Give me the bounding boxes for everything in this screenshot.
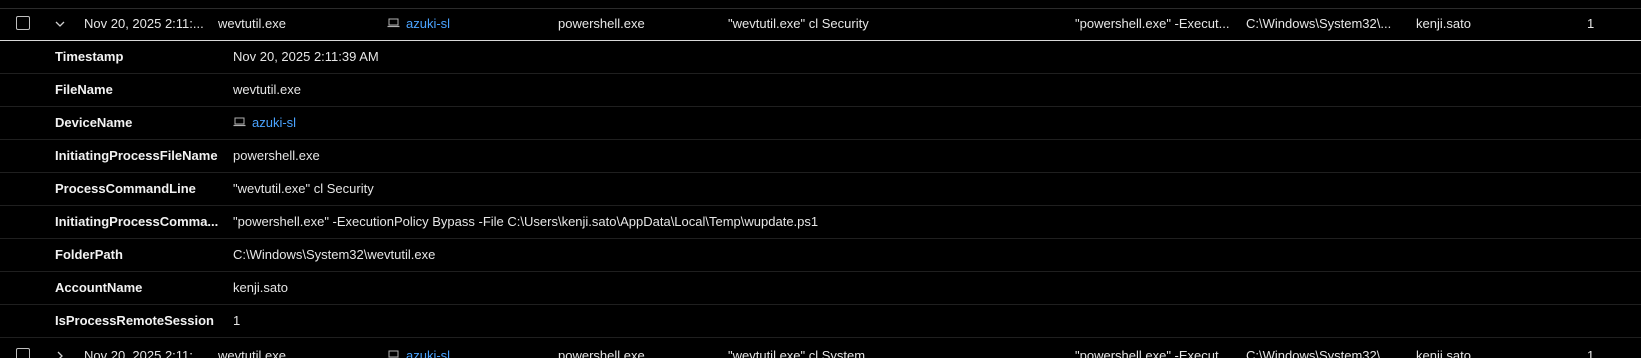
cell-process-command-line: "wevtutil.exe" cl Security <box>728 16 869 31</box>
cell-folder-path: C:\Windows\System32\... <box>1246 16 1392 31</box>
laptop-icon <box>387 340 400 358</box>
detail-key: InitiatingProcessComma... <box>55 214 219 229</box>
detail-row-is-process-remote-session: IsProcessRemoteSession 1 <box>0 305 1641 338</box>
detail-value: powershell.exe <box>233 148 320 163</box>
cell-timestamp: Nov 20, 2025 2:11:... <box>84 348 204 358</box>
table-row[interactable]: Nov 20, 2025 2:11:... wevtutil.exe azuki… <box>0 340 1641 358</box>
detail-row-file-name: FileName wevtutil.exe <box>0 74 1641 107</box>
laptop-icon <box>387 8 400 40</box>
cell-is-process-remote-session: 1 <box>1587 16 1595 31</box>
detail-row-process-command-line: ProcessCommandLine "wevtutil.exe" cl Sec… <box>0 173 1641 206</box>
detail-row-folder-path: FolderPath C:\Windows\System32\wevtutil.… <box>0 239 1641 272</box>
detail-key: Timestamp <box>55 49 124 64</box>
cell-initiating-process-file-name: powershell.exe <box>558 16 645 31</box>
detail-key: IsProcessRemoteSession <box>55 313 214 328</box>
detail-row-initiating-process-file-name: InitiatingProcessFileName powershell.exe <box>0 140 1641 173</box>
detail-value: wevtutil.exe <box>233 82 301 97</box>
cell-timestamp: Nov 20, 2025 2:11:... <box>84 16 204 31</box>
cell-account-name: kenji.sato <box>1416 348 1471 358</box>
cell-is-process-remote-session: 1 <box>1587 348 1595 358</box>
detail-row-device-name: DeviceName azuki-sl <box>0 107 1641 140</box>
row-select-checkbox[interactable] <box>16 16 30 30</box>
cell-file-name: wevtutil.exe <box>218 348 286 358</box>
detail-key: FolderPath <box>55 247 123 262</box>
laptop-icon <box>233 107 246 139</box>
detail-row-timestamp: Timestamp Nov 20, 2025 2:11:39 AM <box>0 41 1641 74</box>
detail-value: "powershell.exe" -ExecutionPolicy Bypass… <box>233 214 819 229</box>
cell-initiating-process-command-line: "powershell.exe" -Execut... <box>1075 348 1230 358</box>
detail-key: DeviceName <box>55 115 133 130</box>
detail-key: FileName <box>55 82 113 97</box>
detail-key: ProcessCommandLine <box>55 181 196 196</box>
cell-folder-path: C:\Windows\System32\... <box>1246 348 1392 358</box>
detail-row-initiating-process-command-line: InitiatingProcessComma... "powershell.ex… <box>0 206 1641 239</box>
detail-value: C:\Windows\System32\wevtutil.exe <box>233 247 436 262</box>
detail-value: 1 <box>233 313 241 328</box>
detail-value-device-link[interactable]: azuki-sl <box>233 107 1583 140</box>
detail-key: InitiatingProcessFileName <box>55 148 218 163</box>
row-select-checkbox[interactable] <box>16 348 30 358</box>
cell-device-name-link[interactable]: azuki-sl <box>387 340 527 358</box>
device-name-text: azuki-sl <box>406 16 451 31</box>
device-name-text: azuki-sl <box>406 348 451 358</box>
chevron-right-icon[interactable] <box>52 340 68 358</box>
table-row[interactable]: Nov 20, 2025 2:11:... wevtutil.exe azuki… <box>0 8 1641 41</box>
chevron-down-icon[interactable] <box>52 8 68 40</box>
detail-value: Nov 20, 2025 2:11:39 AM <box>233 49 379 64</box>
detail-row-account-name: AccountName kenji.sato <box>0 272 1641 305</box>
cell-process-command-line: "wevtutil.exe" cl System <box>728 348 866 358</box>
cell-initiating-process-command-line: "powershell.exe" -Execut... <box>1075 16 1230 31</box>
device-name-text: azuki-sl <box>252 115 297 130</box>
detail-value: "wevtutil.exe" cl Security <box>233 181 374 196</box>
detail-value: kenji.sato <box>233 280 288 295</box>
cell-file-name: wevtutil.exe <box>218 16 286 31</box>
cell-initiating-process-file-name: powershell.exe <box>558 348 645 358</box>
cell-account-name: kenji.sato <box>1416 16 1471 31</box>
cell-device-name-link[interactable]: azuki-sl <box>387 8 527 41</box>
detail-key: AccountName <box>55 280 143 295</box>
results-grid: Nov 20, 2025 2:11:... wevtutil.exe azuki… <box>0 0 1641 358</box>
row-detail-panel: Timestamp Nov 20, 2025 2:11:39 AM FileNa… <box>0 41 1641 338</box>
